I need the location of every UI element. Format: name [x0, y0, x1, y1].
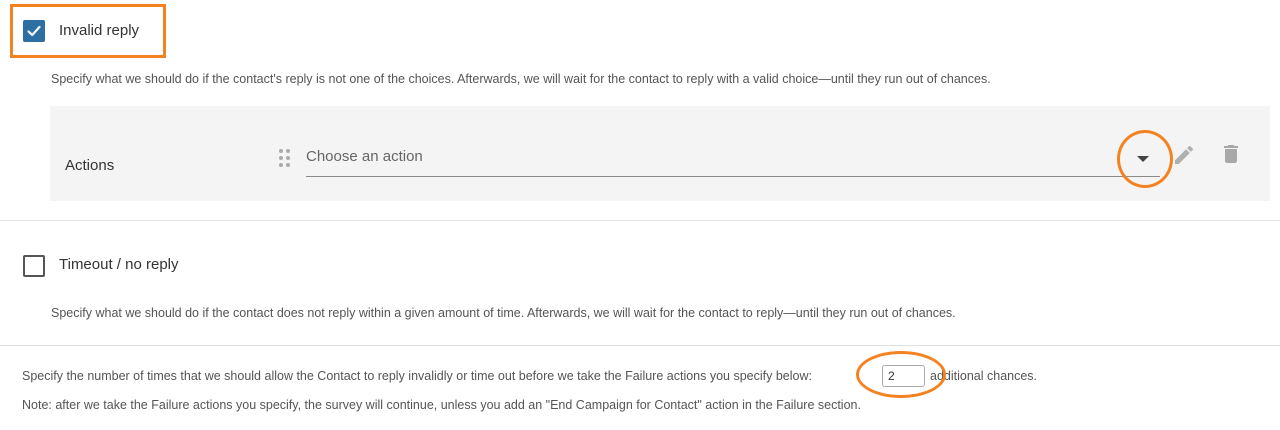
chances-suffix-text: additional chances. [930, 369, 1038, 383]
timeout-description: Specify what we should do if the contact… [51, 306, 956, 320]
timeout-checkbox[interactable] [23, 255, 45, 277]
invalid-reply-checkbox[interactable] [23, 20, 45, 42]
failure-note: Note: after we take the Failure actions … [22, 398, 861, 412]
checkmark-icon [27, 25, 41, 37]
chevron-down-icon[interactable] [1137, 156, 1149, 162]
pencil-icon[interactable] [1172, 143, 1196, 167]
actions-label: Actions [65, 157, 115, 174]
action-select[interactable]: Choose an action [306, 145, 1160, 177]
section-divider [0, 345, 1280, 346]
chances-input[interactable] [882, 365, 925, 387]
drag-handle-icon[interactable] [278, 148, 292, 168]
section-divider [0, 220, 1280, 221]
chances-prefix-text: Specify the number of times that we shou… [22, 369, 812, 383]
invalid-reply-label[interactable]: Invalid reply [59, 22, 139, 39]
page: Invalid reply Specify what we should do … [0, 0, 1280, 430]
action-select-placeholder: Choose an action [306, 148, 423, 165]
trash-icon[interactable] [1219, 142, 1243, 166]
invalid-reply-description: Specify what we should do if the contact… [51, 72, 991, 86]
timeout-label[interactable]: Timeout / no reply [59, 256, 179, 273]
